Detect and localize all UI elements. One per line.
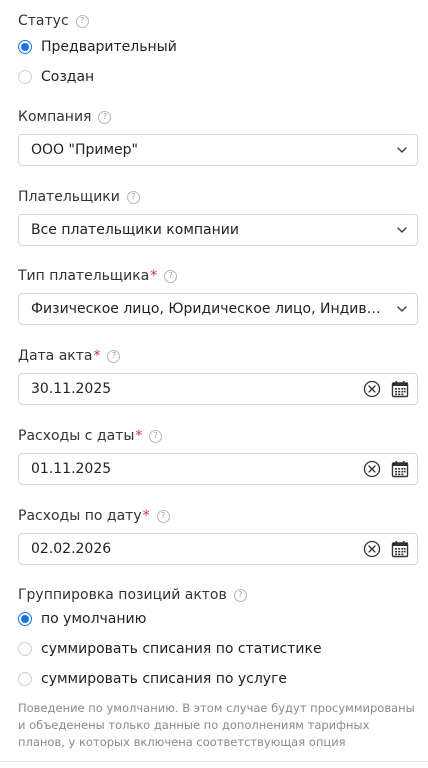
company-label: Компания (18, 109, 92, 125)
radio-unchecked-icon[interactable] (18, 642, 32, 656)
status-option-label: Предварительный (41, 39, 177, 55)
expenses-from-input[interactable]: 01.11.2025 (18, 453, 418, 485)
act-date-value: 30.11.2025 (31, 381, 112, 397)
clear-icon[interactable] (363, 460, 381, 478)
grouping-group: Группировка позиций актов ? по умолчанию… (18, 586, 418, 751)
required-mark: * (135, 428, 143, 444)
expenses-to-label: Расходы по дату (18, 508, 142, 524)
grouping-option-label: суммировать списания по услуге (41, 671, 288, 687)
radio-checked-icon[interactable] (18, 40, 32, 54)
grouping-option-default[interactable]: по умолчанию (18, 608, 418, 630)
act-date-input[interactable]: 30.11.2025 (18, 373, 418, 405)
radio-unchecked-icon[interactable] (18, 672, 32, 686)
payer-type-label: Тип плательщика (18, 268, 150, 284)
help-icon[interactable]: ? (126, 190, 140, 204)
status-option-label: Создан (41, 69, 95, 85)
clear-icon[interactable] (363, 540, 381, 558)
required-mark: * (93, 348, 101, 364)
required-mark: * (142, 508, 150, 524)
required-mark: * (150, 268, 158, 284)
expenses-from-field: Расходы с даты * ? 01.11.2025 (18, 427, 418, 485)
payer-type-select-value: Физическое лицо, Юридическое лицо, Индив… (31, 301, 387, 317)
status-label: Статус (18, 13, 69, 29)
payer-type-select[interactable]: Физическое лицо, Юридическое лицо, Индив… (18, 293, 418, 325)
grouping-option-label: суммировать списания по статистике (41, 641, 322, 657)
calendar-icon[interactable] (391, 540, 409, 558)
grouping-hint: Поведение по умолчанию. В этом случае бу… (18, 701, 415, 749)
status-group: Статус ? Предварительный Создан (18, 12, 418, 88)
expenses-from-value: 01.11.2025 (31, 461, 112, 477)
calendar-icon[interactable] (391, 380, 409, 398)
grouping-option-service[interactable]: суммировать списания по услуге (18, 668, 418, 690)
grouping-option-label: по умолчанию (41, 611, 147, 627)
company-select-value: ООО "Пример" (31, 142, 138, 158)
expenses-from-label-row: Расходы с даты * ? (18, 427, 418, 445)
help-icon[interactable]: ? (233, 588, 247, 602)
expenses-to-input[interactable]: 02.02.2026 (18, 533, 418, 565)
payer-type-field: Тип плательщика * ? Физическое лицо, Юрид… (18, 267, 418, 325)
help-icon[interactable]: ? (98, 110, 112, 124)
payers-label: Плательщики (18, 189, 120, 205)
help-icon[interactable]: ? (156, 509, 170, 523)
payer-type-label-row: Тип плательщика * ? (18, 267, 418, 285)
expenses-to-value: 02.02.2026 (31, 541, 112, 557)
help-icon[interactable]: ? (164, 269, 178, 283)
status-label-row: Статус ? (18, 12, 418, 30)
grouping-label: Группировка позиций актов (18, 587, 227, 603)
help-icon[interactable]: ? (75, 14, 89, 28)
expenses-to-field: Расходы по дату * ? 02.02.2026 (18, 507, 418, 565)
help-icon[interactable]: ? (107, 349, 121, 363)
payers-field: Плательщики ? Все плательщики компании (18, 188, 418, 246)
payers-select[interactable]: Все плательщики компании (18, 214, 418, 246)
company-select[interactable]: ООО "Пример" (18, 134, 418, 166)
grouping-option-statistics[interactable]: суммировать списания по статистике (18, 638, 418, 660)
payers-select-value: Все плательщики компании (31, 222, 239, 238)
payers-label-row: Плательщики ? (18, 188, 418, 206)
grouping-label-row: Группировка позиций актов ? (18, 586, 418, 604)
chevron-down-icon (397, 147, 407, 153)
expenses-from-label: Расходы с даты (18, 428, 135, 444)
company-field: Компания ? ООО "Пример" (18, 108, 418, 166)
status-option-created[interactable]: Создан (18, 66, 418, 88)
act-date-field: Дата акта * ? 30.11.2025 (18, 347, 418, 405)
company-label-row: Компания ? (18, 108, 418, 126)
act-date-label: Дата акта (18, 348, 93, 364)
calendar-icon[interactable] (391, 460, 409, 478)
divider (0, 761, 428, 762)
chevron-down-icon (397, 306, 407, 312)
clear-icon[interactable] (363, 380, 381, 398)
status-option-preliminary[interactable]: Предварительный (18, 36, 418, 58)
help-icon[interactable]: ? (149, 429, 163, 443)
act-date-label-row: Дата акта * ? (18, 347, 418, 365)
expenses-to-label-row: Расходы по дату * ? (18, 507, 418, 525)
radio-unchecked-icon[interactable] (18, 70, 32, 84)
chevron-down-icon (397, 227, 407, 233)
radio-checked-icon[interactable] (18, 612, 32, 626)
